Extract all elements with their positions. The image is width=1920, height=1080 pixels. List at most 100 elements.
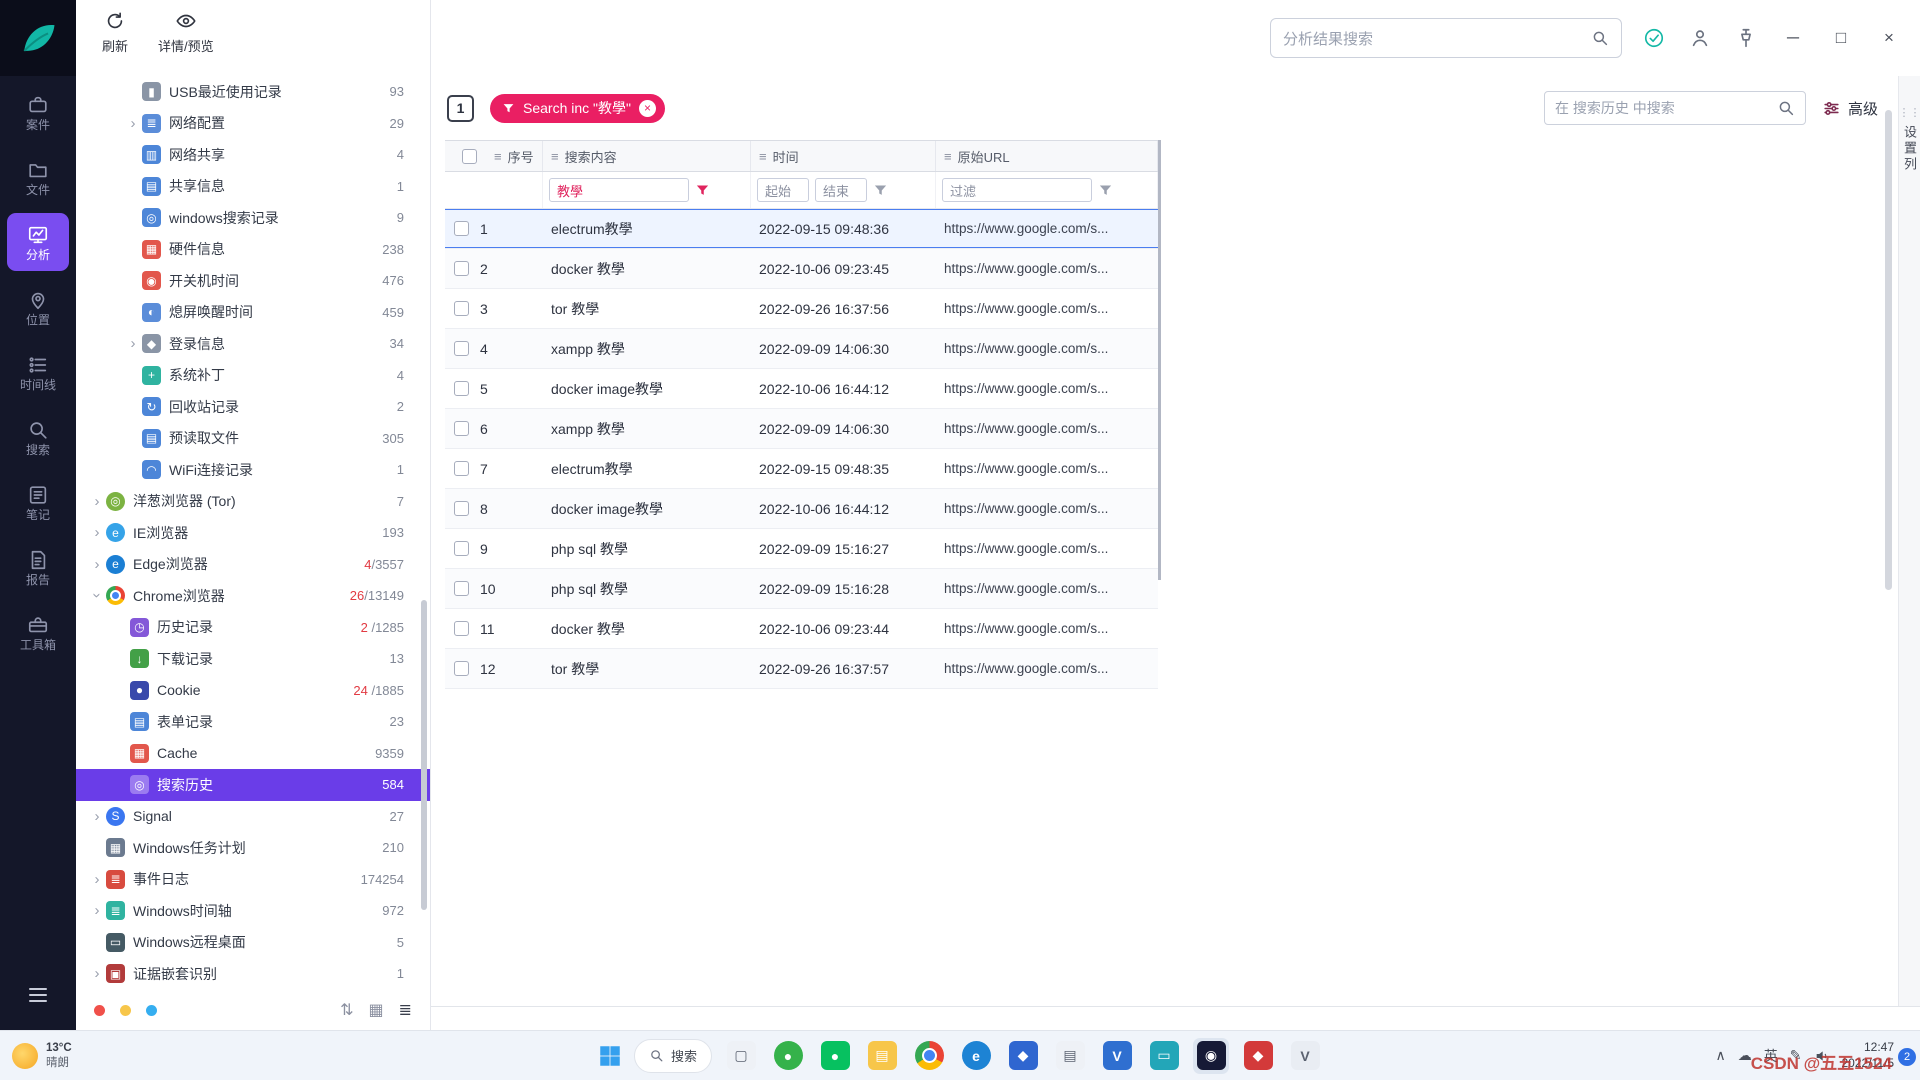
tray-cloud[interactable]: ☁	[1738, 1047, 1752, 1064]
settings-columns-tab[interactable]: 设置列	[1900, 125, 1919, 173]
maximize-button[interactable]: □	[1826, 28, 1856, 48]
chip-close-icon[interactable]: ×	[639, 100, 656, 117]
taskbar-app-v-app[interactable]: V	[1099, 1038, 1135, 1074]
tree-item-task-scheduler[interactable]: ▦Windows任务计划210	[76, 832, 430, 864]
table-row[interactable]: 5docker image教學2022-10-06 16:44:12https:…	[445, 369, 1158, 409]
url-funnel-icon[interactable]	[1098, 183, 1113, 198]
row-checkbox[interactable]	[454, 381, 469, 396]
chevron-right-icon[interactable]: ›	[88, 524, 106, 541]
chevron-right-icon[interactable]: ›	[88, 493, 106, 510]
user-button[interactable]	[1686, 24, 1714, 52]
content-scrollbar[interactable]	[1885, 110, 1892, 590]
select-all-checkbox[interactable]	[462, 149, 477, 164]
tree-item-downloads[interactable]: ↓下载记录13	[76, 643, 430, 675]
search-icon[interactable]	[1777, 99, 1795, 117]
list-view-icon[interactable]: ≣	[399, 1000, 412, 1020]
row-checkbox[interactable]	[454, 221, 469, 236]
taskbar-app-green-app[interactable]: ●	[770, 1038, 806, 1074]
tree-item-signal[interactable]: ›SSignal27	[76, 801, 430, 833]
table-row[interactable]: 4xampp 教學2022-09-09 14:06:30https://www.…	[445, 329, 1158, 369]
row-checkbox[interactable]	[454, 581, 469, 596]
taskbar-app-file-explorer[interactable]: ▤	[864, 1038, 900, 1074]
row-checkbox[interactable]	[454, 541, 469, 556]
menu-button[interactable]	[26, 983, 50, 1012]
row-checkbox[interactable]	[454, 421, 469, 436]
sidebar-item-notes[interactable]: 笔记	[7, 473, 69, 531]
column-header-1[interactable]: ≡搜索内容	[543, 141, 751, 171]
row-checkbox[interactable]	[454, 461, 469, 476]
pin-button[interactable]	[1732, 24, 1760, 52]
tray-pen[interactable]: ✎	[1790, 1047, 1802, 1064]
chevron-right-icon[interactable]: ›	[124, 335, 142, 352]
taskbar-app-vmware[interactable]: V	[1287, 1038, 1323, 1074]
taskbar-app-notepad[interactable]: ▤	[1052, 1038, 1088, 1074]
row-checkbox[interactable]	[454, 261, 469, 276]
tray-chevron-up[interactable]: ∧	[1716, 1047, 1726, 1064]
tree-item-history[interactable]: ◷历史记录2 /1285	[76, 612, 430, 644]
taskbar-app-wechat[interactable]: ●	[817, 1038, 853, 1074]
content-funnel-icon[interactable]	[695, 183, 710, 198]
chevron-right-icon[interactable]: ›	[88, 965, 106, 982]
tree-item-screen-wake[interactable]: ◐熄屏唤醒时间459	[76, 297, 430, 329]
weather-widget[interactable]: 13°C 晴朗	[12, 1041, 72, 1070]
sidebar-item-files[interactable]: 文件	[7, 148, 69, 206]
clock[interactable]: 12:47 2022/11/5	[1842, 1040, 1895, 1071]
start-button[interactable]	[597, 1043, 623, 1069]
taskbar-app-red-app[interactable]: ◆	[1240, 1038, 1276, 1074]
tree-item-hardware-info[interactable]: ▦硬件信息238	[76, 234, 430, 266]
taskbar-app-chrome[interactable]	[911, 1038, 947, 1074]
tree-item-power-time[interactable]: ◉开关机时间476	[76, 265, 430, 297]
tab-1[interactable]: 1	[447, 95, 474, 122]
preview-button[interactable]: 详情/预览	[158, 10, 214, 55]
tree-item-windows-timeline[interactable]: ›≣Windows时间轴972	[76, 895, 430, 927]
tree-item-network-config[interactable]: ›≣网络配置29	[76, 108, 430, 140]
tree-item-search-history[interactable]: ◎搜索历史584	[76, 769, 430, 801]
chevron-right-icon[interactable]: ›	[88, 556, 106, 573]
tree-item-wifi[interactable]: ◠WiFi连接记录1	[76, 454, 430, 486]
grid-view-icon[interactable]: ▦	[368, 1000, 383, 1020]
refresh-button[interactable]: 刷新	[102, 10, 128, 55]
tree-item-system-patch[interactable]: +系统补丁4	[76, 360, 430, 392]
sidebar-item-timeline[interactable]: 时间线	[7, 343, 69, 401]
chevron-right-icon[interactable]: ›	[88, 808, 106, 825]
global-search-input[interactable]: 分析结果搜索	[1270, 18, 1622, 58]
tree-item-share-info[interactable]: ▤共享信息1	[76, 171, 430, 203]
table-row[interactable]: 2docker 教學2022-10-06 09:23:45https://www…	[445, 249, 1158, 289]
tree-item-cookie[interactable]: ●Cookie24 /1885	[76, 675, 430, 707]
tree-item-prefetch[interactable]: ▤预读取文件305	[76, 423, 430, 455]
tray-speaker[interactable]	[1814, 1048, 1830, 1064]
tree-item-chrome-browser[interactable]: ›Chrome浏览器26/13149	[76, 580, 430, 612]
column-header-2[interactable]: ≡时间	[751, 141, 936, 171]
chevron-right-icon[interactable]: ›	[88, 871, 106, 888]
table-row[interactable]: 11docker 教學2022-10-06 09:23:44https://ww…	[445, 609, 1158, 649]
close-button[interactable]: ×	[1874, 28, 1904, 48]
tree-item-ie-browser[interactable]: ›eIE浏览器193	[76, 517, 430, 549]
taskbar-app-wps[interactable]: ◆	[1005, 1038, 1041, 1074]
tree-item-form-records[interactable]: ▤表单记录23	[76, 706, 430, 738]
tree-scrollbar[interactable]	[421, 600, 427, 910]
row-checkbox[interactable]	[454, 301, 469, 316]
table-row[interactable]: 9php sql 教學2022-09-09 15:16:27https://ww…	[445, 529, 1158, 569]
tree-item-cache[interactable]: ▦Cache9359	[76, 738, 430, 770]
tree-item-network-share[interactable]: ▥网络共享4	[76, 139, 430, 171]
chevron-right-icon[interactable]: ›	[88, 902, 106, 919]
tree-item-login-info[interactable]: ›◆登录信息34	[76, 328, 430, 360]
tree-item-event-log[interactable]: ›≣事件日志174254	[76, 864, 430, 896]
chevron-right-icon[interactable]: ›	[124, 115, 142, 132]
time-funnel-icon[interactable]	[873, 183, 888, 198]
time-end-input[interactable]: 结束	[815, 178, 867, 202]
taskbar-app-task-view[interactable]: ▢	[723, 1038, 759, 1074]
table-row[interactable]: 12tor 教學2022-09-26 16:37:57https://www.g…	[445, 649, 1158, 689]
row-checkbox[interactable]	[454, 341, 469, 356]
row-checkbox[interactable]	[454, 501, 469, 516]
sidebar-item-analysis[interactable]: 分析	[7, 213, 69, 271]
content-filter-input[interactable]: 教學	[549, 178, 689, 202]
sidebar-item-report[interactable]: 报告	[7, 538, 69, 596]
chevron-down-icon[interactable]: ›	[89, 587, 106, 605]
tree-item-edge-browser[interactable]: ›eEdge浏览器4/3557	[76, 549, 430, 581]
taskbar-app-remote-viewer[interactable]: ▭	[1146, 1038, 1182, 1074]
time-start-input[interactable]: 起始	[757, 178, 809, 202]
table-row[interactable]: 10php sql 教學2022-09-09 15:16:28https://w…	[445, 569, 1158, 609]
row-checkbox[interactable]	[454, 661, 469, 676]
row-checkbox[interactable]	[454, 621, 469, 636]
